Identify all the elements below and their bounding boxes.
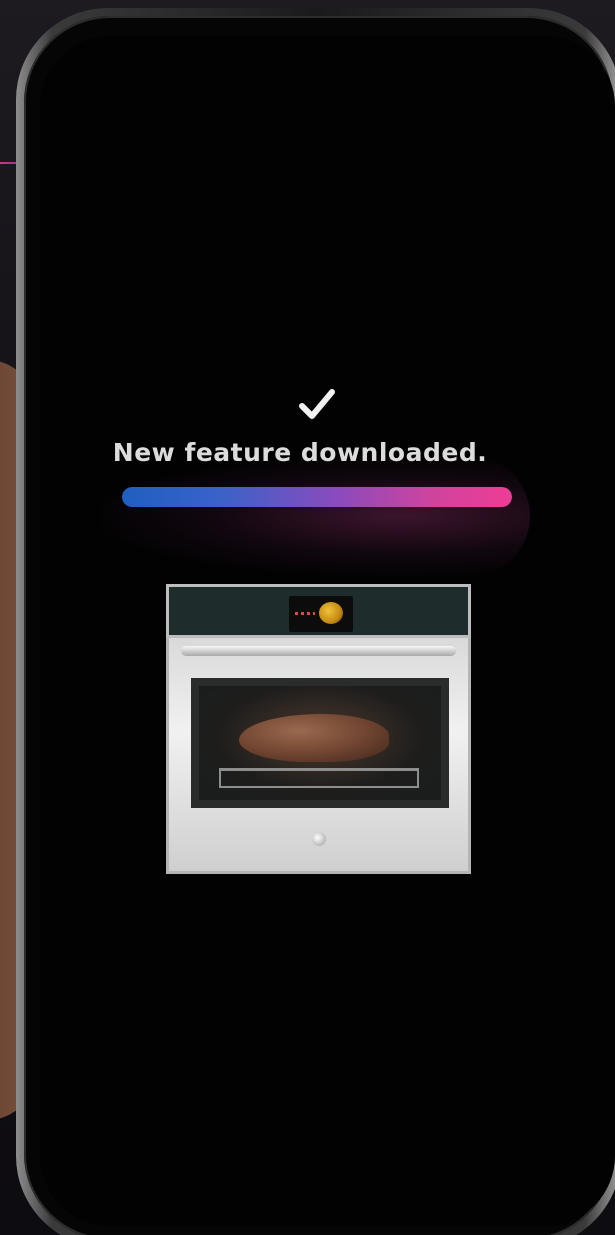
display-indicator [295,612,315,615]
progress-bar [122,487,512,507]
oven-handle [181,646,456,656]
status-message: New feature downloaded. [112,438,488,467]
oven-image [166,584,471,874]
roast-turkey [239,714,389,762]
oven-door [166,638,471,874]
oven-display-screen [289,596,353,632]
progress-glow [100,456,530,576]
oven-control-panel [166,584,471,638]
checkmark-icon [299,389,335,419]
scene: New feature downloaded. [0,0,615,1235]
progress-bar-fill [122,487,512,507]
display-food-icon [319,602,343,624]
brand-logo-icon [312,832,326,846]
oven-rack [219,768,419,788]
phone-screen: New feature downloaded. [40,36,615,1226]
oven-window [191,678,449,808]
